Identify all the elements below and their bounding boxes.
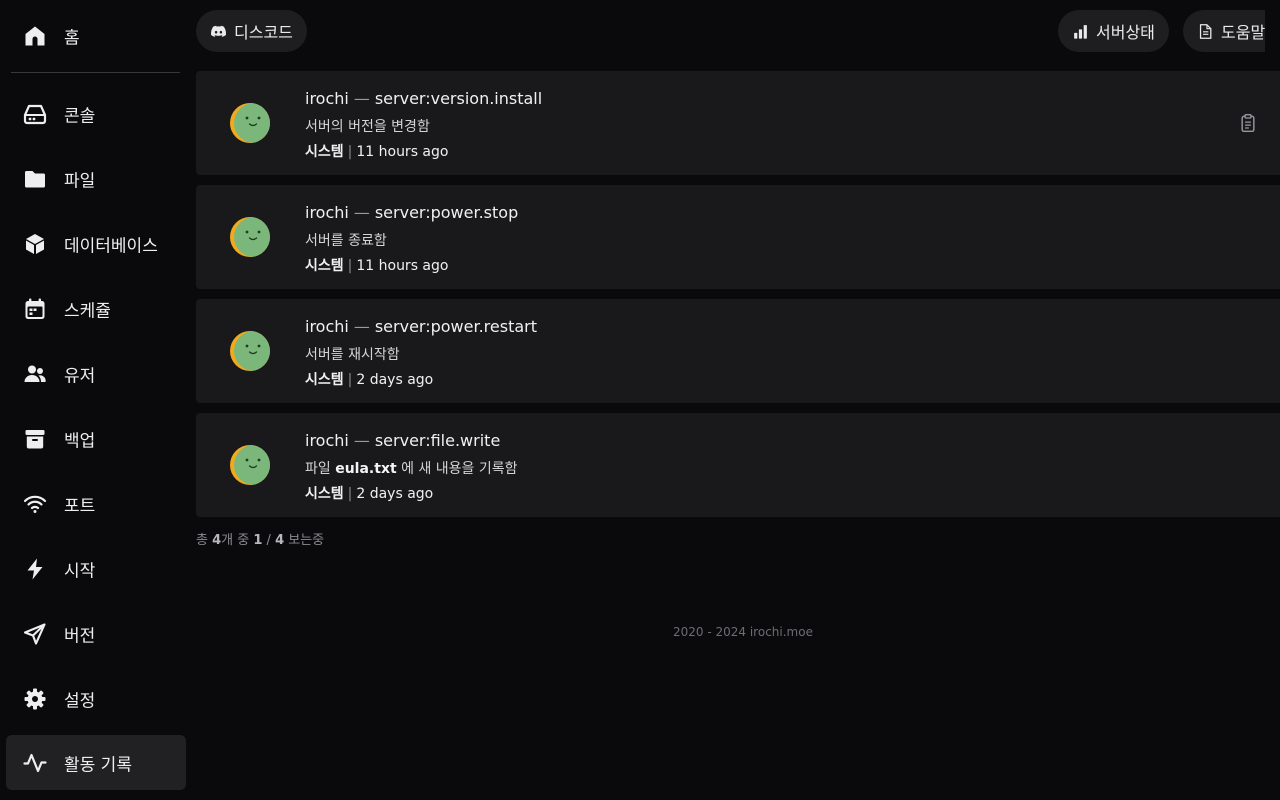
- sidebar-item-backups[interactable]: 백업: [6, 411, 186, 466]
- log-meta: 시스템 | 11 hours ago: [305, 255, 448, 275]
- sidebar-item-label: 파일: [64, 171, 96, 191]
- sidebar-item-ports[interactable]: 포트: [6, 476, 186, 531]
- meta-separator: |: [347, 486, 353, 502]
- footer-copyright: 2020 - 2024 irochi.moe: [673, 625, 813, 639]
- log-event: server:version.install: [374, 89, 543, 108]
- log-title: irochi — server:file.write: [305, 431, 501, 450]
- discord-label: 디스코드: [234, 23, 293, 42]
- avatar: [230, 331, 270, 371]
- sidebar-item-label: 설정: [64, 691, 96, 711]
- help-label: 도움말: [1221, 23, 1266, 42]
- sidebar-item-label: 포트: [64, 496, 96, 516]
- log-meta: 시스템 | 2 days ago: [305, 369, 433, 389]
- log-actor: 시스템: [305, 372, 344, 388]
- archive-icon: [23, 427, 47, 451]
- log-time: 2 days ago: [356, 372, 434, 388]
- home-icon: [23, 24, 47, 48]
- sidebar-item-label: 유저: [64, 366, 96, 386]
- sidebar-item-label: 데이터베이스: [64, 236, 158, 256]
- log-event: server:power.restart: [374, 317, 538, 336]
- avatar: [230, 217, 270, 257]
- log-title: irochi — server:version.install: [305, 89, 543, 108]
- sidebar-item-label: 활동 기록: [64, 755, 132, 775]
- log-meta: 시스템 | 2 days ago: [305, 483, 433, 503]
- bar-chart-icon: [1074, 24, 1087, 39]
- log-description: 서버의 버전을 변경함: [305, 119, 430, 135]
- activity-icon: [23, 751, 47, 775]
- sidebar-item-startup[interactable]: 시작: [6, 541, 186, 596]
- log-actor: 시스템: [305, 144, 344, 160]
- log-actor: 시스템: [305, 486, 344, 502]
- discord-icon: [210, 25, 227, 37]
- log-event: server:file.write: [374, 431, 501, 450]
- users-icon: [23, 362, 47, 386]
- log-time: 11 hours ago: [356, 258, 449, 274]
- sidebar-item-databases[interactable]: 데이터베이스: [6, 216, 186, 271]
- sidebar-item-schedules[interactable]: 스케쥴: [6, 281, 186, 336]
- help-button[interactable]: 도움말: [1183, 10, 1266, 52]
- folder-icon: [23, 167, 47, 191]
- sidebar-divider: [11, 72, 180, 73]
- log-user: irochi: [305, 431, 349, 450]
- pagination-summary: 총 4개 중 1 / 4 보는중: [196, 533, 325, 548]
- server-status-button[interactable]: 서버상태: [1058, 10, 1169, 52]
- server-status-label: 서버상태: [1096, 23, 1155, 42]
- log-user: irochi: [305, 317, 349, 336]
- sidebar-item-label: 콘솔: [64, 106, 96, 126]
- sidebar-item-versions[interactable]: 버전: [6, 606, 186, 661]
- drive-icon: [23, 102, 47, 126]
- sidebar-item-files[interactable]: 파일: [6, 151, 186, 206]
- sidebar-item-label: 백업: [64, 431, 96, 451]
- log-title: irochi — server:power.restart: [305, 317, 538, 336]
- wifi-icon: [23, 492, 47, 516]
- calendar-icon: [23, 297, 47, 321]
- log-user: irochi: [305, 203, 349, 222]
- log-description: 파일 eula.txt 에 새 내용을 기록함: [305, 461, 518, 477]
- avatar: [230, 445, 270, 485]
- sidebar-item-home[interactable]: 홈: [6, 8, 186, 63]
- sidebar-item-users[interactable]: 유저: [6, 346, 186, 401]
- activity-log-item: irochi — server:version.install 서버의 버전을 변경함…: [196, 71, 1280, 175]
- activity-log-item: irochi — server:file.write 파일 eula.txt 에 새 …: [196, 413, 1280, 517]
- log-user: irochi: [305, 89, 349, 108]
- meta-separator: |: [347, 372, 353, 388]
- log-time: 2 days ago: [356, 486, 434, 502]
- cog-icon: [23, 687, 47, 711]
- paper-plane-icon: [23, 622, 47, 646]
- avatar: [230, 103, 270, 143]
- sidebar-item-label: 버전: [64, 626, 96, 646]
- meta-separator: |: [347, 144, 353, 160]
- discord-button[interactable]: 디스코드: [196, 10, 307, 52]
- meta-separator: |: [347, 258, 353, 274]
- lightning-icon: [23, 557, 47, 581]
- log-actor: 시스템: [305, 258, 344, 274]
- clipboard-icon[interactable]: [1238, 113, 1258, 133]
- activity-log-item: irochi — server:power.stop 서버를 종료함시스템 | 11 ho…: [196, 185, 1280, 289]
- sidebar-item-settings[interactable]: 설정: [6, 671, 186, 726]
- log-description: 서버를 재시작함: [305, 347, 400, 363]
- log-meta: 시스템 | 11 hours ago: [305, 141, 448, 161]
- cube-icon: [23, 232, 47, 256]
- document-icon: [1199, 23, 1212, 39]
- sidebar-item-console[interactable]: 콘솔: [6, 86, 186, 141]
- log-event: server:power.stop: [374, 203, 519, 222]
- file-name: eula.txt: [335, 461, 397, 477]
- log-time: 11 hours ago: [356, 144, 449, 160]
- activity-log-item: irochi — server:power.restart 서버를 재시작함시스템 | 2…: [196, 299, 1280, 403]
- sidebar-item-label: 스케쥴: [64, 301, 111, 321]
- sidebar: 홈 콘솔 파일 데이터베이스 스케쥴 유저 백업 포트 시작 버전 설정 활동 …: [0, 0, 192, 800]
- sidebar-item-activity[interactable]: 활동 기록: [6, 735, 186, 790]
- sidebar-item-label: 시작: [64, 561, 96, 581]
- log-title: irochi — server:power.stop: [305, 203, 519, 222]
- sidebar-item-label: 홈: [64, 28, 80, 48]
- log-description: 서버를 종료함: [305, 233, 387, 249]
